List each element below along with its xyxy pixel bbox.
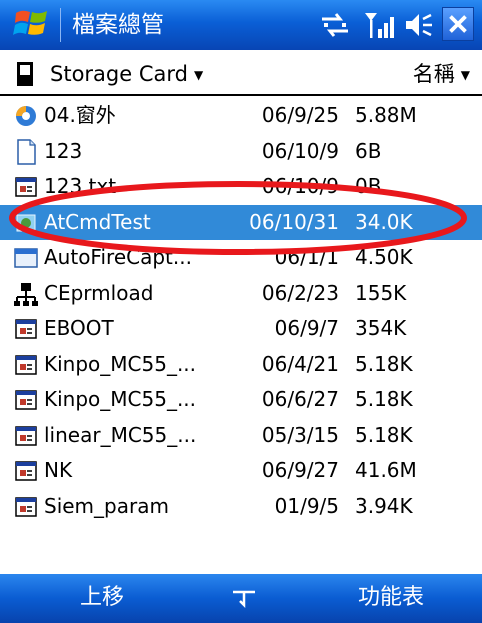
connectivity-icon[interactable] [318, 9, 352, 41]
file-name: 123 [44, 138, 83, 163]
file-size: 41.6M [355, 458, 417, 482]
volume-icon[interactable] [404, 9, 434, 41]
windows-flag-icon[interactable] [12, 5, 52, 43]
file-date: 06/6/27 [261, 387, 339, 411]
file-date: 06/10/9 [261, 174, 339, 198]
file-date: 06/9/7 [274, 316, 339, 340]
file-row[interactable]: Kinpo_MC55_... 06/4/21 5.18K [0, 347, 482, 383]
audio-file-icon [16, 106, 36, 126]
title-bar: 檔案總管 [0, 0, 482, 50]
file-size: 3.94K [355, 493, 413, 518]
program-icon [15, 177, 37, 197]
file-size: 5.18K [355, 422, 413, 447]
file-name: EBOOT [44, 316, 114, 340]
file-size: 4.50K [355, 245, 413, 269]
file-row[interactable]: AutoFireCapt... 06/1/1 4.50K [0, 240, 482, 276]
program-icon [15, 354, 37, 375]
document-icon [17, 138, 36, 165]
file-row-selected[interactable]: AtCmdTest 06/10/31 34.0K [0, 204, 482, 240]
file-date: 06/10/31 [249, 209, 339, 234]
file-list: 04.窗外 06/9/25 5.88M 123 06/10/9 6B 123.t… [0, 98, 482, 524]
file-row[interactable]: Siem_param 01/9/5 3.94K [0, 489, 482, 525]
file-date: 05/3/15 [261, 422, 339, 447]
file-name: AtCmdTest [44, 209, 151, 234]
file-date: 06/2/23 [261, 280, 339, 305]
close-icon [449, 15, 467, 33]
signal-strength-icon[interactable] [362, 9, 400, 41]
file-size: 155K [355, 280, 407, 305]
file-date: 06/1/1 [274, 245, 339, 269]
file-date: 06/4/21 [261, 351, 339, 376]
folder-name: Storage Card [50, 62, 188, 86]
folder-dropdown[interactable]: Storage Card ▼ [50, 60, 203, 89]
file-name: Siem_param [44, 493, 169, 518]
file-size: 34.0K [355, 209, 413, 234]
program-icon [15, 390, 37, 410]
file-name: 123.txt [44, 174, 117, 198]
file-row[interactable]: CEprmload 06/2/23 155K [0, 276, 482, 312]
program-icon [15, 425, 37, 446]
file-name: AutoFireCapt... [44, 245, 192, 269]
file-date: 01/9/5 [274, 493, 339, 518]
program-icon [15, 461, 37, 481]
file-size: 0B [355, 174, 382, 198]
file-row[interactable]: 123.txt 06/10/9 0B [0, 169, 482, 205]
file-size: 5.18K [355, 351, 413, 376]
file-row[interactable]: 123 06/10/9 6B [0, 134, 482, 170]
up-softkey[interactable]: 上移 [80, 583, 124, 613]
close-button[interactable] [442, 7, 474, 41]
network-icon [14, 282, 38, 306]
window-title: 檔案總管 [72, 12, 164, 38]
file-name: Kinpo_MC55_... [44, 387, 197, 411]
file-row[interactable]: 04.窗外 06/9/25 5.88M [0, 98, 482, 134]
softkey-bar: 上移 功能表 [0, 574, 482, 623]
window-app-icon [14, 248, 38, 268]
app-icon [16, 214, 36, 231]
folder-header: Storage Card ▼ 名稱 ▼ [0, 52, 482, 96]
file-date: 06/9/27 [261, 458, 339, 482]
file-row[interactable]: NK 06/9/27 41.6M [0, 453, 482, 489]
file-date: 06/9/25 [261, 103, 339, 127]
chevron-down-icon: ▼ [193, 68, 204, 82]
program-icon [15, 496, 37, 517]
file-name: CEprmload [44, 280, 154, 305]
file-name: linear_MC55_... [44, 422, 197, 447]
file-name: 04.窗外 [44, 103, 116, 127]
title-separator [60, 8, 61, 42]
file-size: 354K [355, 316, 407, 340]
keyboard-sip-icon[interactable] [230, 587, 258, 611]
chevron-down-icon: ▼ [460, 68, 470, 82]
menu-softkey[interactable]: 功能表 [358, 583, 424, 613]
file-row[interactable]: EBOOT 06/9/7 354K [0, 311, 482, 347]
file-size: 5.88M [355, 103, 417, 127]
file-size: 6B [355, 138, 382, 163]
sort-dropdown[interactable]: 名稱 ▼ [413, 60, 470, 89]
file-row[interactable]: linear_MC55_... 05/3/15 5.18K [0, 418, 482, 454]
storage-card-icon [17, 62, 33, 86]
file-size: 5.18K [355, 387, 413, 411]
file-date: 06/10/9 [261, 138, 339, 163]
program-icon [15, 319, 37, 339]
file-name: Kinpo_MC55_... [44, 351, 197, 376]
sort-name: 名稱 [412, 62, 455, 86]
file-row[interactable]: Kinpo_MC55_... 06/6/27 5.18K [0, 382, 482, 418]
file-name: NK [44, 458, 73, 482]
